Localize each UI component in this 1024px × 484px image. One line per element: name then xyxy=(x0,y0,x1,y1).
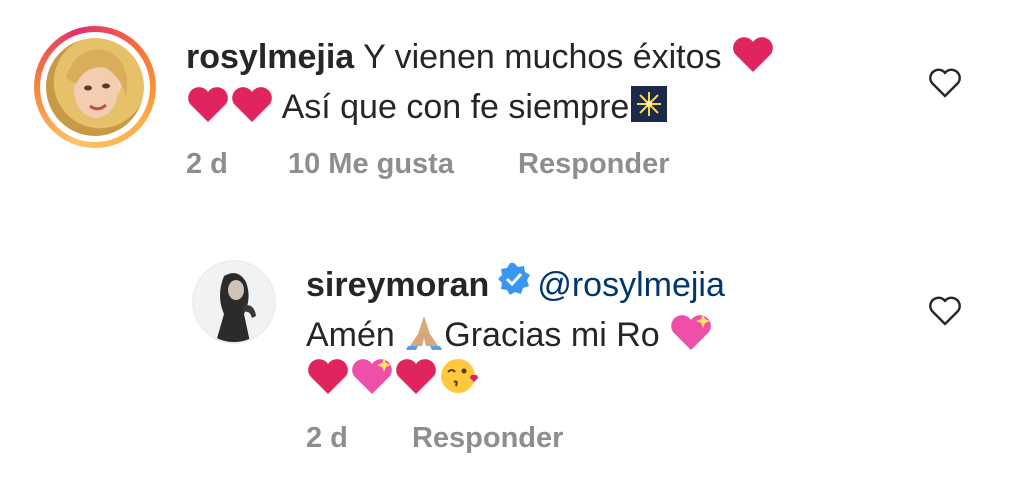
comment-username[interactable]: rosylmejia xyxy=(186,38,354,76)
comment-username[interactable]: sireymoran xyxy=(306,266,489,304)
comment-text: Así que con fe siempre xyxy=(281,87,630,126)
red-heart-emoji-icon xyxy=(306,356,350,406)
avatar[interactable] xyxy=(46,38,144,136)
likes-count[interactable]: 10 Me gusta xyxy=(288,148,454,180)
avatar[interactable] xyxy=(192,260,276,344)
woman-dark-hair-avatar-icon xyxy=(194,262,274,342)
woman-blonde-avatar-icon xyxy=(66,49,128,118)
like-heart-icon[interactable] xyxy=(928,68,962,98)
sparkling-heart-emoji-icon xyxy=(350,356,394,406)
comment-text: Y vienen muchos éxitos xyxy=(363,37,722,76)
reply-button[interactable]: Responder xyxy=(518,148,669,180)
mention-link[interactable]: @rosylmejia xyxy=(537,266,725,304)
comment-age: 2 d xyxy=(186,148,228,180)
face-blowing-kiss-emoji-icon xyxy=(438,356,482,406)
comment-text: Amén xyxy=(306,315,395,354)
like-heart-icon[interactable] xyxy=(928,296,962,326)
red-heart-emoji-icon xyxy=(731,34,775,84)
red-heart-emoji-icon xyxy=(394,356,438,406)
reply-button[interactable]: Responder xyxy=(412,422,563,454)
praying-hands-emoji-icon xyxy=(404,312,444,362)
red-heart-emoji-icon xyxy=(230,84,274,134)
verified-badge-icon xyxy=(497,262,531,306)
comment-text: Gracias mi Ro xyxy=(444,315,660,354)
fireworks-emoji-icon xyxy=(629,84,669,134)
comment-age: 2 d xyxy=(306,422,348,454)
red-heart-emoji-icon xyxy=(186,84,230,134)
sparkling-heart-emoji-icon xyxy=(669,312,713,362)
